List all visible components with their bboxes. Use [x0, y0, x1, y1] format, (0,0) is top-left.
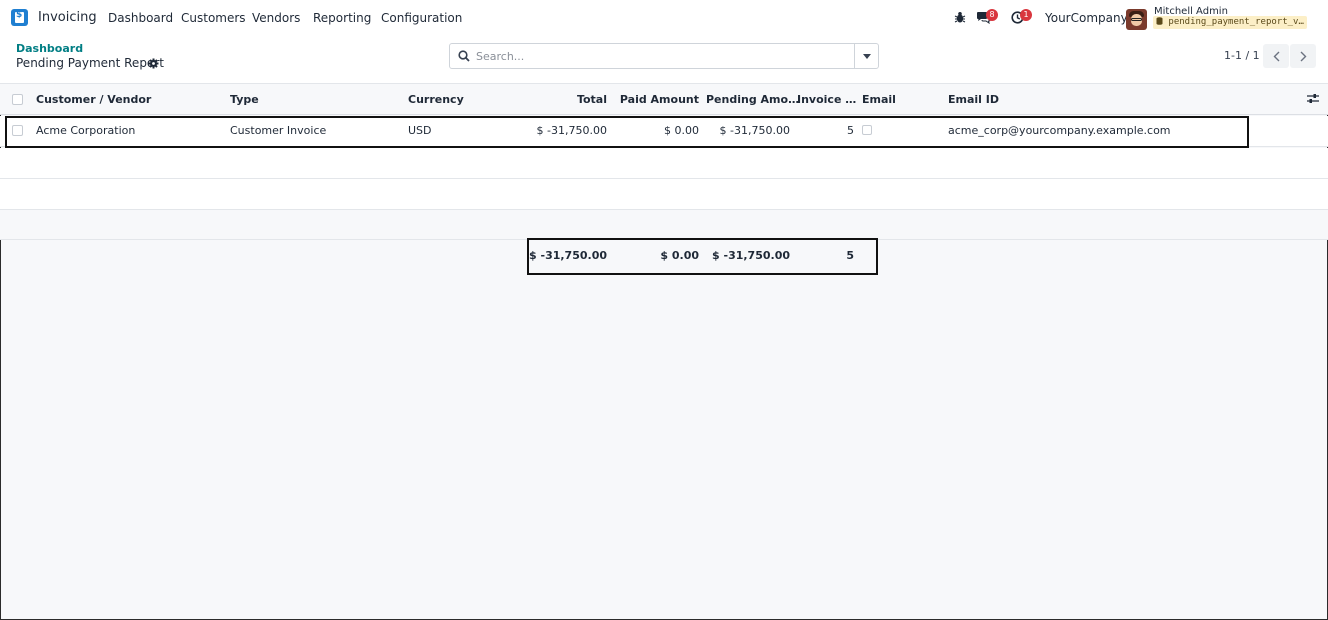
- invoicing-app-icon[interactable]: [11, 9, 28, 26]
- cell-customer: Acme Corporation: [36, 124, 136, 137]
- invoice-count-sum: 5: [846, 249, 854, 262]
- column-currency[interactable]: Currency: [408, 93, 464, 106]
- messages-badge: 8: [986, 9, 998, 21]
- cell-email-id: acme_corp@yourcompany.example.com: [948, 124, 1171, 137]
- menu-customers[interactable]: Customers: [181, 11, 246, 25]
- column-pending-amount[interactable]: Pending Amo…: [706, 93, 799, 106]
- activities-badge: 1: [1020, 9, 1032, 21]
- chevron-right-icon: [1300, 51, 1306, 61]
- bug-icon[interactable]: [954, 11, 966, 27]
- page-title: Pending Payment Report: [16, 56, 164, 70]
- cell-invoice-count: 5: [847, 124, 854, 137]
- database-icon: [1156, 17, 1163, 25]
- column-email[interactable]: Email: [862, 93, 896, 106]
- menu-vendors[interactable]: Vendors: [252, 11, 300, 25]
- database-name: pending_payment_report_v…: [1168, 17, 1304, 27]
- search-bar: [449, 43, 879, 69]
- pager-previous-button[interactable]: [1263, 44, 1289, 68]
- pager-next-button[interactable]: [1290, 44, 1316, 68]
- pending-amount-sum: $ -31,750.00: [712, 249, 790, 262]
- empty-row: [0, 179, 1328, 210]
- paid-amount-sum: $ 0.00: [660, 249, 699, 262]
- chevron-left-icon: [1273, 51, 1279, 61]
- table-row[interactable]: Acme Corporation Customer Invoice USD $ …: [0, 116, 1328, 147]
- optional-columns-icon[interactable]: [1307, 93, 1319, 107]
- cell-currency: USD: [408, 124, 432, 137]
- column-customer-vendor[interactable]: Customer / Vendor: [36, 93, 151, 106]
- user-avatar[interactable]: [1126, 9, 1147, 30]
- row-select-checkbox[interactable]: [12, 125, 23, 136]
- cell-paid-amount: $ 0.00: [664, 124, 699, 137]
- column-invoice-count[interactable]: Invoice …: [797, 93, 856, 106]
- column-email-id[interactable]: Email ID: [948, 93, 999, 106]
- cell-type: Customer Invoice: [230, 124, 327, 137]
- app-name[interactable]: Invoicing: [38, 10, 97, 25]
- top-navbar: Invoicing Dashboard Customers Vendors Re…: [0, 0, 1328, 36]
- search-input[interactable]: [476, 44, 856, 68]
- caret-down-icon: [862, 53, 871, 59]
- total-sum: $ -31,750.00: [529, 249, 607, 262]
- column-paid-amount[interactable]: Paid Amount: [618, 93, 699, 106]
- cell-total: $ -31,750.00: [536, 124, 607, 137]
- database-tag: pending_payment_report_v…: [1153, 16, 1307, 29]
- gear-icon[interactable]: [148, 58, 159, 72]
- column-total[interactable]: Total: [560, 93, 607, 106]
- menu-reporting[interactable]: Reporting: [313, 11, 371, 25]
- search-options-toggle[interactable]: [854, 44, 878, 68]
- breadcrumb-dashboard[interactable]: Dashboard: [16, 42, 83, 55]
- search-icon: [458, 50, 470, 65]
- table-header: Customer / Vendor Type Currency Total Pa…: [0, 83, 1328, 115]
- menu-configuration[interactable]: Configuration: [381, 11, 462, 25]
- column-type[interactable]: Type: [230, 93, 259, 106]
- select-all-checkbox[interactable]: [12, 94, 23, 105]
- cell-pending-amount: $ -31,750.00: [719, 124, 790, 137]
- empty-row: [0, 210, 1328, 240]
- cell-email-checkbox[interactable]: [862, 125, 872, 135]
- pager-value[interactable]: 1-1 / 1: [1224, 49, 1260, 62]
- company-switcher[interactable]: YourCompany: [1045, 11, 1128, 25]
- menu-dashboard[interactable]: Dashboard: [108, 11, 173, 25]
- empty-row: [0, 148, 1328, 179]
